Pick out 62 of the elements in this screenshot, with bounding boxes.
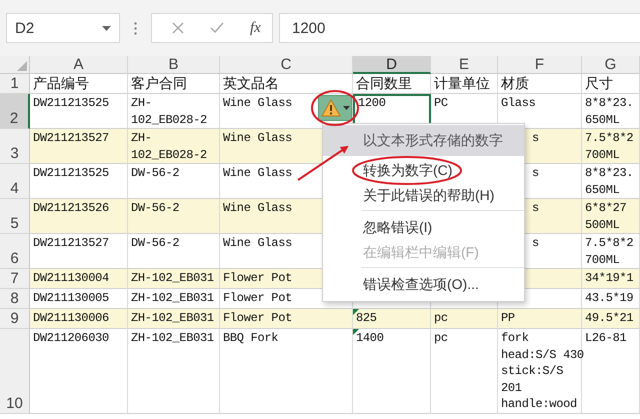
column-header[interactable]: C [220,56,353,74]
formula-field[interactable]: 1200 [279,13,640,43]
column-title: 客户合同 [128,74,220,94]
table-cell: PP [498,309,582,329]
row-header[interactable]: 8 [0,289,30,309]
table-cell: ZH-102_EB031 [128,309,220,329]
column-title: 计量单位 [431,74,498,94]
column-title: 材质 [498,74,582,94]
select-all-button[interactable] [0,56,30,74]
row-header[interactable]: 2 [0,94,30,129]
grip-icon [134,22,137,34]
table-cell: BBQ Fork [220,329,353,414]
row-header[interactable]: 1 [0,74,30,94]
column-title: 尺寸 [582,74,640,94]
dropdown-icon[interactable] [102,26,111,30]
row-header[interactable]: 7 [0,269,30,289]
column-title: 产品编号 [30,74,128,94]
row-header[interactable]: 5 [0,199,30,234]
column-header[interactable]: B [128,56,220,74]
name-box[interactable]: D2 [6,13,120,43]
table-cell: fork head:S/S 430 stick:S/S 201 handle:wood [498,329,582,414]
column-header[interactable]: A [30,56,128,74]
column-title: 合同数里 [353,74,431,94]
column-header[interactable]: F [498,56,582,74]
cancel-icon[interactable] [172,22,184,34]
column-header[interactable]: G [582,56,640,74]
menu-title: 以文本形式存储的数字 [323,125,524,156]
insert-function-button[interactable]: fx [250,20,261,36]
table-cell: 6*8*27 500ML [582,199,640,234]
select-all-icon[interactable] [17,61,27,71]
table-cell: 825 [353,309,431,329]
row-header[interactable]: 9 [0,309,30,329]
table-cell: 1400 [353,329,431,414]
column-header[interactable]: E [431,56,498,74]
row-header[interactable]: 6 [0,234,30,269]
table-cell: DW211130006 [30,309,128,329]
row-header[interactable]: 3 [0,129,30,164]
table-cell: 7.5*8*2 700ML [582,129,640,164]
table-cell: pc [431,329,498,414]
table-cell: L26-81 [582,329,640,414]
table-cell: DW-56-2 [128,199,220,234]
check-icon[interactable] [210,22,224,34]
selected-cell[interactable]: 1200 [353,94,431,129]
table-cell: ZH- 102_EB028-2 [128,129,220,164]
table-cell: DW211206030 [30,329,128,414]
name-box-value: D2 [15,20,34,36]
table-cell: DW211213527 [30,129,128,164]
table-cell: ZH-102_EB031 [128,329,220,414]
column-header[interactable]: D [353,56,431,74]
warning-icon [320,99,340,117]
table-cell: DW211130004 [30,269,128,289]
table-cell: DW211213526 [30,199,128,234]
table-cell: 49.5*21 [582,309,640,329]
column-title: 英文品名 [220,74,353,94]
row-header[interactable]: 4 [0,164,30,199]
row-header[interactable]: 10 [0,329,30,414]
caret-icon [342,106,350,110]
table-cell: pc [431,309,498,329]
error-options-button[interactable] [318,95,352,121]
table-cell: Flower Pot [220,309,353,329]
table-cell: ZH-102_EB031 [128,269,220,289]
table-cell: 34*19*1 [582,269,640,289]
